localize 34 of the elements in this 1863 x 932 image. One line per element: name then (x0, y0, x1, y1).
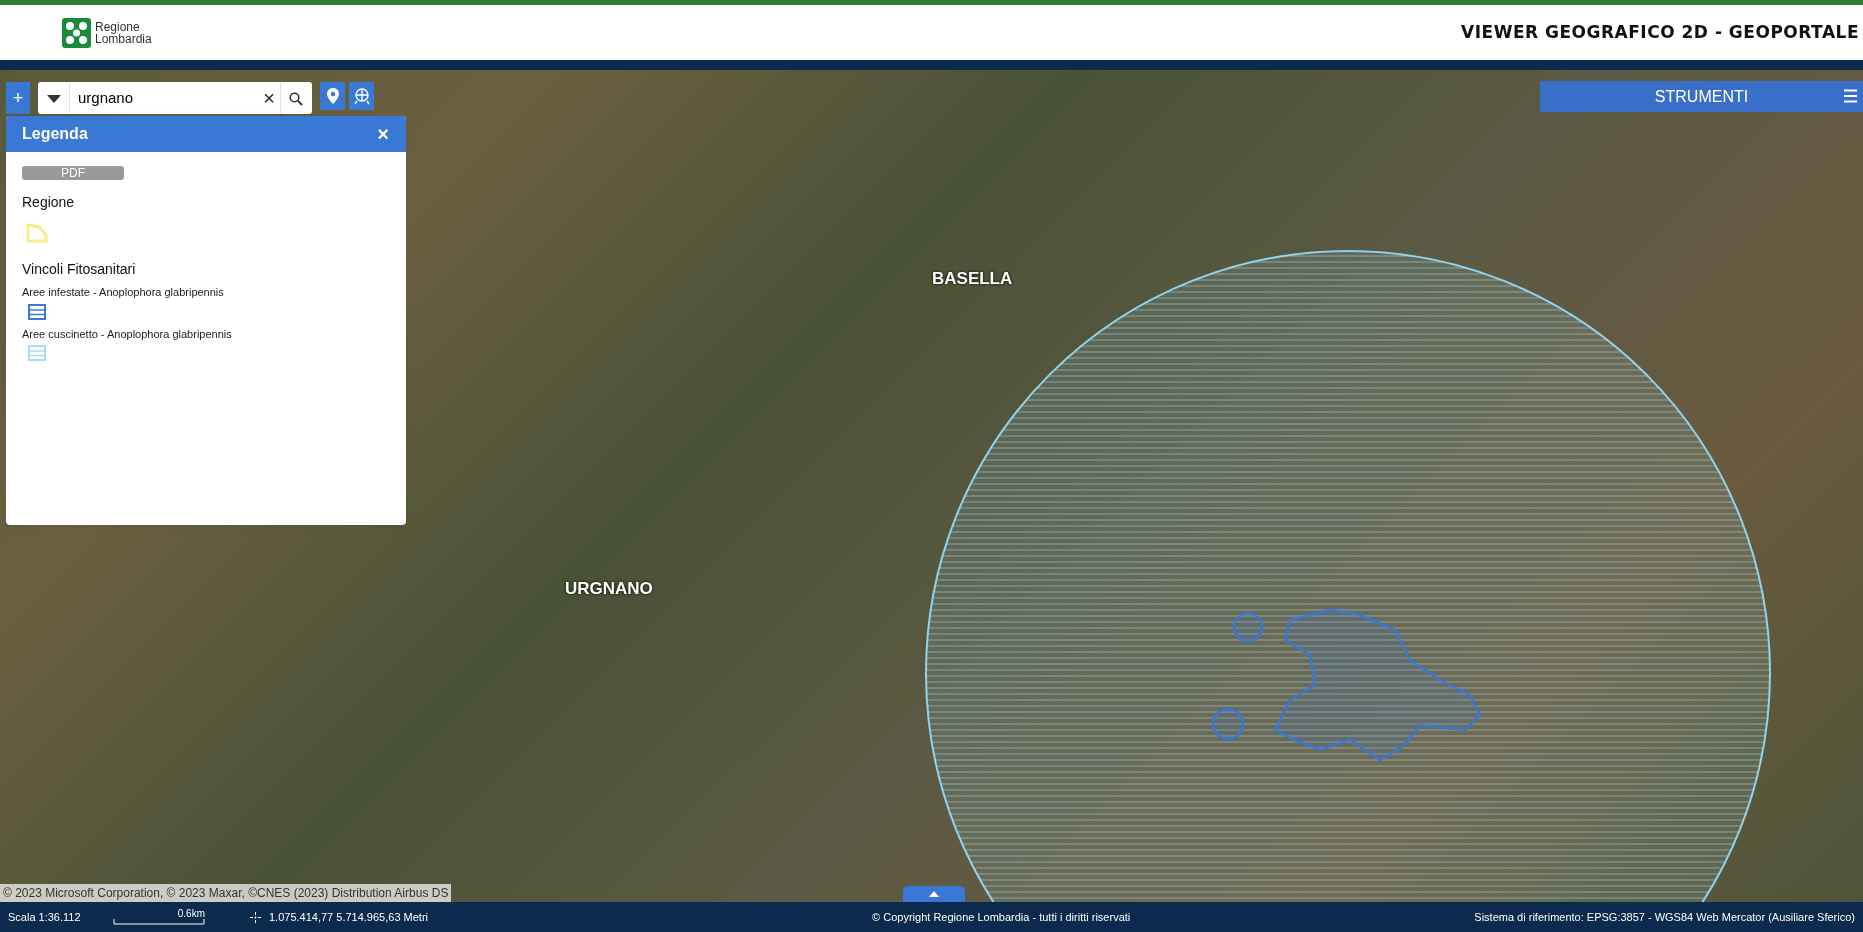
pin-icon (326, 88, 339, 104)
globe-icon (352, 87, 371, 105)
legend-group-title: Vincoli Fitosanitari (22, 260, 137, 279)
copyright-text: © Copyright Regione Lombardia - tutti i diritti riservati (871, 909, 1131, 925)
legend-item-label: Aree cuscinetto - Anoplophora glabripennis (22, 326, 233, 342)
search-icon (289, 91, 303, 106)
tools-panel-button[interactable]: STRUMENTI (1540, 81, 1863, 112)
menu-icon[interactable] (1844, 89, 1857, 103)
crosshair-icon (250, 911, 261, 923)
caret-icon (47, 94, 61, 103)
zoom-in-button[interactable]: + (6, 82, 30, 114)
legend-group-title: Regione (22, 193, 76, 212)
legend-title: Legenda (22, 124, 88, 144)
expand-tab[interactable] (903, 886, 965, 902)
legend-item-label: Aree infestate - Anoplophora glabripennis (22, 285, 225, 300)
page-title: VIEWER GEOGRAFICO 2D - GEOPORTALE (1461, 20, 1859, 44)
pdf-button[interactable]: PDF (22, 166, 124, 180)
map-attribution: © 2023 Microsoft Corporation, © 2023 Maxar, ©CNES (2023) Distribution Airbus DS (0, 884, 452, 902)
up-arrow-icon (929, 891, 939, 897)
clear-button[interactable]: × (258, 87, 280, 109)
place-label: URGNANO (565, 578, 653, 600)
search-field[interactable]: urgnano × (38, 82, 312, 114)
coordinates-text: 1.075.414,77 5.714.965,63 Metri (269, 909, 428, 925)
scale-bar-label: 0.6km (176, 909, 205, 919)
scale-text: Scala 1:36.112 (8, 909, 82, 925)
logo-text: Regione Lombardia (95, 20, 152, 45)
scale-bar-icon (113, 919, 205, 925)
globe-button[interactable] (349, 82, 374, 110)
location-pin-button[interactable] (320, 82, 345, 110)
logo-icon (62, 17, 91, 48)
reference-system-text: Sistema di riferimento: EPSG:3857 - WGS84 Web Mercator (Ausiliare Sferico) (1474, 909, 1855, 925)
satellite-map-placeholder[interactable] (0, 70, 1863, 902)
place-label: BASELLA (932, 268, 1013, 290)
close-button[interactable]: × (376, 123, 390, 145)
